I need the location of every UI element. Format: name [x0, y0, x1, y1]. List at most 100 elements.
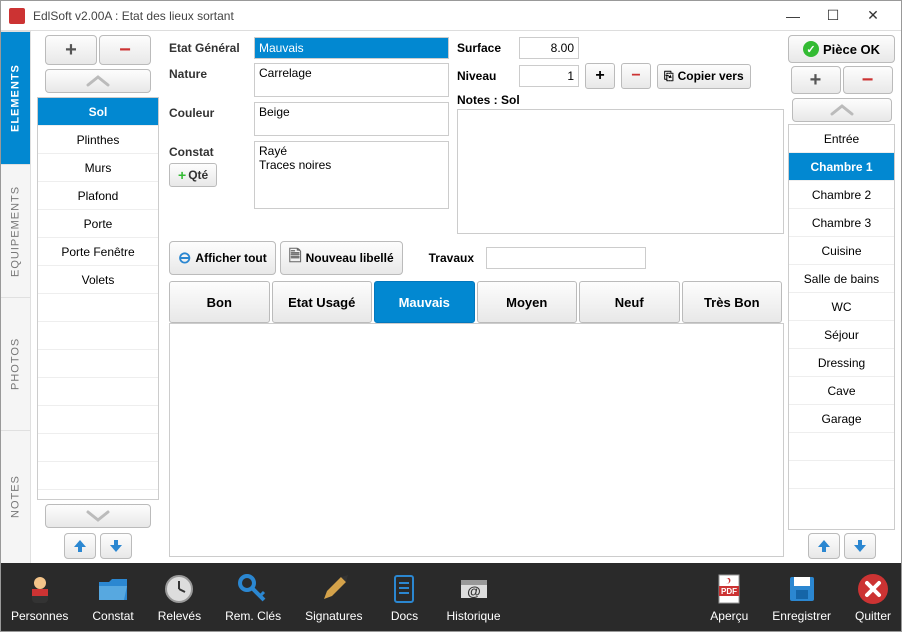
element-add-button[interactable]: + — [45, 35, 97, 65]
room-move-up-button[interactable] — [808, 533, 840, 559]
label-constat: Constat — [169, 145, 214, 159]
room-item-chambre-2[interactable]: Chambre 2 — [789, 181, 894, 209]
room-item-chambre-1[interactable]: Chambre 1 — [789, 153, 894, 181]
window-close[interactable]: ✕ — [853, 2, 893, 30]
list-item — [38, 462, 158, 490]
toolbar-rem-cles[interactable]: Rem. Clés — [225, 571, 281, 623]
toolbar-quitter[interactable]: Quitter — [855, 571, 891, 623]
key-icon — [235, 571, 271, 607]
label-notes: Notes : Sol — [457, 93, 784, 107]
room-item-salle-de-bains[interactable]: Salle de bains — [789, 265, 894, 293]
titlebar: EdlSoft v2.00A : Etat des lieux sortant … — [1, 1, 901, 31]
niveau-input[interactable] — [519, 65, 579, 87]
room-remove-button[interactable]: − — [843, 66, 893, 94]
toolbar-signatures[interactable]: Signatures — [305, 571, 362, 623]
element-collapse-up-button[interactable] — [45, 69, 151, 93]
window-title: EdlSoft v2.00A : Etat des lieux sortant — [33, 9, 773, 23]
pen-icon — [316, 571, 352, 607]
details-grid — [169, 323, 784, 557]
check-icon: ✓ — [803, 41, 819, 57]
element-remove-button[interactable]: − — [99, 35, 151, 65]
state-tabs: Bon Etat Usagé Mauvais Moyen Neuf Très B… — [169, 281, 784, 323]
svg-text:@: @ — [467, 583, 481, 599]
copier-vers-button[interactable]: ⎘ Copier vers — [657, 64, 751, 89]
label-etat-general: Etat Général — [169, 37, 254, 55]
label-nature: Nature — [169, 63, 254, 81]
window-maximize[interactable]: ☐ — [813, 2, 853, 30]
surface-input[interactable] — [519, 37, 579, 59]
state-tab-tres-bon[interactable]: Très Bon — [682, 281, 783, 323]
room-add-button[interactable]: + — [791, 66, 841, 94]
save-icon — [784, 571, 820, 607]
toolbar-historique[interactable]: @ Historique — [446, 571, 500, 623]
toolbar-docs[interactable]: Docs — [386, 571, 422, 623]
vtab-photos[interactable]: PHOTOS — [1, 297, 30, 430]
rooms-list: Entrée Chambre 1 Chambre 2 Chambre 3 Cui… — [788, 124, 895, 530]
svg-text:PDF: PDF — [721, 587, 737, 596]
toolbar-enregistrer[interactable]: Enregistrer — [772, 571, 831, 623]
niveau-minus-button[interactable]: − — [621, 63, 651, 89]
element-item-porte[interactable]: Porte — [38, 210, 158, 238]
zoom-out-icon: ⊖ — [178, 248, 191, 268]
vertical-tabs: ELEMENTS EQUIPEMENTS PHOTOS NOTES — [1, 31, 31, 563]
toolbar-personnes[interactable]: Personnes — [11, 571, 68, 623]
nouveau-libelle-button[interactable]: 🗎 Nouveau libellé — [280, 241, 403, 275]
element-move-up-button[interactable] — [64, 533, 96, 559]
state-tab-etat-usage[interactable]: Etat Usagé — [272, 281, 373, 323]
room-item-cuisine[interactable]: Cuisine — [789, 237, 894, 265]
vtab-elements[interactable]: ELEMENTS — [1, 31, 30, 164]
window-minimize[interactable]: — — [773, 2, 813, 30]
toolbar-releves[interactable]: Relevés — [158, 571, 201, 623]
toolbar-apercu[interactable]: PDF Aperçu — [710, 571, 748, 623]
room-item-cave[interactable]: Cave — [789, 377, 894, 405]
room-item-wc[interactable]: WC — [789, 293, 894, 321]
list-item — [789, 433, 894, 461]
notes-textarea[interactable] — [457, 109, 784, 234]
state-tab-bon[interactable]: Bon — [169, 281, 270, 323]
new-doc-icon: 🗎 — [289, 245, 302, 272]
list-item — [38, 322, 158, 350]
person-icon — [22, 571, 58, 607]
niveau-plus-button[interactable]: + — [585, 63, 615, 89]
center-form: Etat Général Nature Carrelage Couleur Be… — [161, 31, 786, 563]
state-tab-neuf[interactable]: Neuf — [579, 281, 680, 323]
element-collapse-down-button[interactable] — [45, 504, 151, 528]
list-item — [38, 406, 158, 434]
state-tab-mauvais[interactable]: Mauvais — [374, 281, 475, 323]
constat-input[interactable]: Rayé Traces noires — [254, 141, 449, 209]
vtab-equipements[interactable]: EQUIPEMENTS — [1, 164, 30, 297]
room-collapse-up-button[interactable] — [792, 98, 892, 122]
room-move-down-button[interactable] — [844, 533, 876, 559]
room-item-dressing[interactable]: Dressing — [789, 349, 894, 377]
vtab-notes[interactable]: NOTES — [1, 430, 30, 563]
element-item-sol[interactable]: Sol — [38, 98, 158, 126]
element-item-plinthes[interactable]: Plinthes — [38, 126, 158, 154]
plus-icon: + — [178, 167, 186, 183]
list-item — [789, 461, 894, 489]
toolbar-constat[interactable]: Constat — [92, 571, 133, 623]
room-item-garage[interactable]: Garage — [789, 405, 894, 433]
arrow-down-icon — [108, 539, 124, 553]
room-item-chambre-3[interactable]: Chambre 3 — [789, 209, 894, 237]
at-icon: @ — [456, 571, 492, 607]
element-item-murs[interactable]: Murs — [38, 154, 158, 182]
afficher-tout-button[interactable]: ⊖ Afficher tout — [169, 241, 276, 275]
qte-button[interactable]: +Qté — [169, 163, 217, 187]
etat-general-input[interactable] — [254, 37, 449, 59]
element-move-down-button[interactable] — [100, 533, 132, 559]
folder-icon — [95, 571, 131, 607]
element-item-porte-fenetre[interactable]: Porte Fenêtre — [38, 238, 158, 266]
travaux-input[interactable] — [486, 247, 646, 269]
element-item-volets[interactable]: Volets — [38, 266, 158, 294]
bottom-toolbar: Personnes Constat Relevés Rem. Clés Sign… — [1, 563, 901, 631]
elements-list: Sol Plinthes Murs Plafond Porte Porte Fe… — [37, 97, 159, 500]
nature-input[interactable]: Carrelage — [254, 63, 449, 97]
chevron-down-icon — [84, 509, 112, 523]
room-item-sejour[interactable]: Séjour — [789, 321, 894, 349]
couleur-input[interactable]: Beige — [254, 102, 449, 136]
state-tab-moyen[interactable]: Moyen — [477, 281, 578, 323]
element-item-plafond[interactable]: Plafond — [38, 182, 158, 210]
room-item-entree[interactable]: Entrée — [789, 125, 894, 153]
list-item — [38, 350, 158, 378]
piece-ok-button[interactable]: ✓ Pièce OK — [788, 35, 895, 63]
